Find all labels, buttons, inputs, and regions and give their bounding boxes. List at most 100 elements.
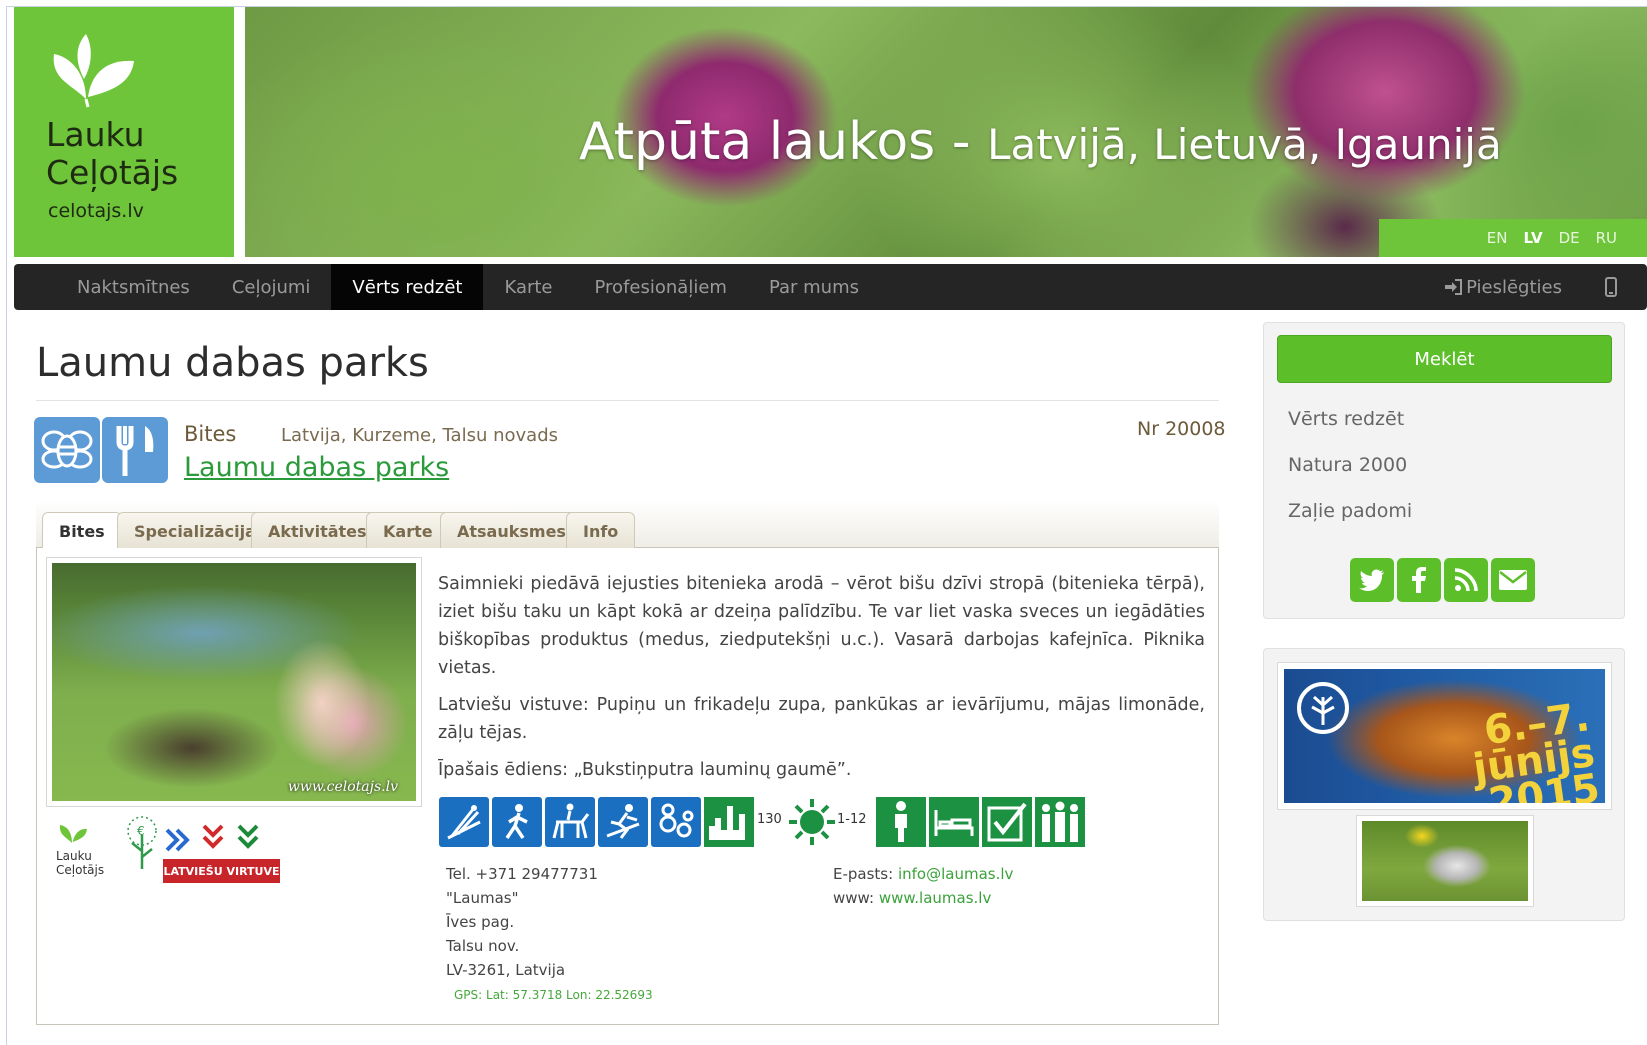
contact-address: Tel. +371 29477731 "Laumas" Īves pag. Ta…	[446, 862, 598, 982]
tab-specializacija[interactable]: Specializācija	[117, 512, 273, 549]
fork-knife-icon	[116, 426, 154, 476]
title-divider	[36, 400, 1219, 401]
website-link[interactable]: www.laumas.lv	[879, 889, 992, 907]
tab-atsauksmes[interactable]: Atsauksmes	[440, 512, 583, 549]
badge-lauku-text: Lauku Ceļotājs	[56, 849, 104, 877]
gps-coordinates: GPS: Lat: 57.3718 Lon: 22.52693	[454, 988, 653, 1002]
svg-text:€: €	[137, 824, 145, 838]
rabbit-banner-image	[1362, 821, 1528, 901]
eco-flower-icon: €	[127, 816, 157, 869]
tab-info[interactable]: Info	[566, 512, 636, 549]
contact-name: "Laumas"	[446, 889, 519, 907]
photo-watermark: www.celotajs.lv	[287, 779, 398, 795]
description-paragraph-3: Īpašais ēdiens: „Bukstiņputra lauminų ga…	[438, 760, 852, 780]
facebook-icon	[1412, 567, 1426, 593]
blue-arrows-icon	[165, 828, 190, 852]
email-button[interactable]	[1491, 558, 1535, 602]
logo-domain: celotajs.lv	[48, 200, 144, 222]
lang-lv[interactable]: LV	[1523, 229, 1542, 247]
rss-button[interactable]	[1444, 558, 1488, 602]
login-link[interactable]: Pieslēgties	[1423, 264, 1583, 310]
lang-en[interactable]: EN	[1487, 229, 1508, 247]
twitter-icon	[1359, 569, 1384, 591]
page-title: Laumu dabas parks	[36, 340, 429, 386]
nav-item-verts-redzet[interactable]: Vērts redzēt	[331, 264, 484, 310]
season-sun-icon	[787, 797, 837, 847]
sign-in-icon	[1445, 279, 1463, 295]
email-row: E-pasts: info@laumas.lv	[833, 862, 1013, 886]
tab-karte[interactable]: Karte	[366, 512, 450, 549]
category-label: Bites	[184, 422, 237, 446]
tab-bites[interactable]: Bites	[42, 512, 122, 550]
food-category-icon	[102, 417, 168, 483]
children-icon	[651, 797, 701, 847]
certification-badges: Lauku Ceļotājs €	[56, 816, 286, 897]
capacity-value: 130	[757, 812, 782, 827]
contact-phone: Tel. +371 29477731	[446, 865, 598, 883]
event-banner-dates: 6.–7. jūnijs 2015	[1466, 694, 1602, 803]
latvian-cuisine-badge: LATVIEŠU VIRTUVE	[163, 859, 280, 883]
butterfly-leaf-icon	[53, 34, 134, 108]
object-title-link[interactable]: Laumu dabas parks	[184, 452, 449, 483]
event-banner-image: 6.–7. jūnijs 2015	[1284, 669, 1605, 803]
lang-de[interactable]: DE	[1559, 229, 1580, 247]
capacity-icon	[704, 797, 754, 847]
photo-children-ducks: www.celotajs.lv	[52, 563, 416, 801]
hiking-icon	[492, 797, 542, 847]
nav-item-par-mums[interactable]: Par mums	[748, 264, 880, 310]
badge-lauku-line2: Ceļotājs	[56, 863, 105, 877]
nav-item-celojumi[interactable]: Ceļojumi	[211, 264, 332, 310]
location-breadcrumb: Latvija, Kurzeme, Talsu novads	[281, 425, 558, 446]
sidebar-link-natura-2000[interactable]: Natura 2000	[1288, 454, 1407, 476]
site-header: Lauku Ceļotājs celotajs.lv Atpūta laukos…	[14, 7, 1647, 257]
skiing-icon	[598, 797, 648, 847]
description-paragraph-2: Latviešu vistuve: Pupiņu un frikadeļu zu…	[438, 695, 1205, 743]
bed-icon	[929, 797, 979, 847]
nav-item-profesionaliem[interactable]: Profesionāļiem	[574, 264, 748, 310]
horse-riding-icon	[545, 797, 595, 847]
banner-title: Atpūta laukos - Latvijā, Lietuvā, Igauni…	[579, 112, 1502, 172]
logo-text-line2: Ceļotājs	[46, 153, 179, 192]
checkmark-icon	[982, 797, 1032, 847]
nav-item-karte[interactable]: Karte	[483, 264, 573, 310]
site-logo[interactable]: Lauku Ceļotājs celotajs.lv	[14, 7, 234, 257]
banner-title-main: Atpūta laukos -	[579, 112, 988, 172]
sidebar-link-zalie-padomi[interactable]: Zaļie padomi	[1288, 500, 1412, 522]
nav-item-naktsmitnes[interactable]: Naktsmītnes	[56, 264, 211, 310]
object-photo[interactable]: www.celotajs.lv	[46, 557, 422, 807]
group-icon	[1035, 797, 1085, 847]
twitter-button[interactable]	[1350, 558, 1394, 602]
contact-online: E-pasts: info@laumas.lv www: www.laumas.…	[833, 862, 1013, 910]
season-value: 1-12	[837, 812, 867, 827]
facebook-button[interactable]	[1397, 558, 1441, 602]
rss-icon	[1454, 568, 1478, 592]
contact-postcode: LV-3261, Latvija	[446, 961, 566, 979]
email-icon	[1499, 570, 1527, 590]
description-paragraph-1: Saimnieki piedāvā iejusties bitenieka ar…	[438, 574, 1205, 678]
badge-lauku-line1: Lauku	[56, 849, 92, 863]
tree-emblem-icon	[1297, 682, 1349, 734]
object-number: Nr 20008	[1137, 418, 1226, 440]
main-navigation: Naktsmītnes Ceļojumi Vērts redzēt Karte …	[14, 264, 1647, 310]
sidebar-link-verts-redzet[interactable]: Vērts redzēt	[1288, 408, 1404, 430]
single-person-icon	[876, 797, 926, 847]
mobile-version-button[interactable]	[1583, 264, 1647, 310]
green-arrows-icon	[237, 824, 259, 849]
tab-aktivitates[interactable]: Aktivitātes	[251, 512, 384, 549]
event-banner-ad[interactable]: 6.–7. jūnijs 2015	[1277, 662, 1612, 810]
email-link[interactable]: info@laumas.lv	[898, 865, 1013, 883]
ski-jump-icon	[439, 797, 489, 847]
bee-icon	[41, 430, 93, 469]
red-arrows-icon	[202, 824, 224, 849]
mobile-phone-icon	[1605, 277, 1617, 297]
www-label: www:	[833, 889, 875, 907]
rabbit-banner-ad[interactable]	[1356, 815, 1534, 907]
www-row: www: www.laumas.lv	[833, 886, 1013, 910]
email-label: E-pasts:	[833, 865, 894, 883]
search-button[interactable]: Meklēt	[1277, 335, 1612, 383]
object-description: Saimnieki piedāvā iejusties bitenieka ar…	[438, 570, 1205, 793]
login-label: Pieslēgties	[1466, 276, 1562, 298]
bee-category-icon	[34, 417, 100, 483]
lang-ru[interactable]: RU	[1596, 229, 1617, 247]
